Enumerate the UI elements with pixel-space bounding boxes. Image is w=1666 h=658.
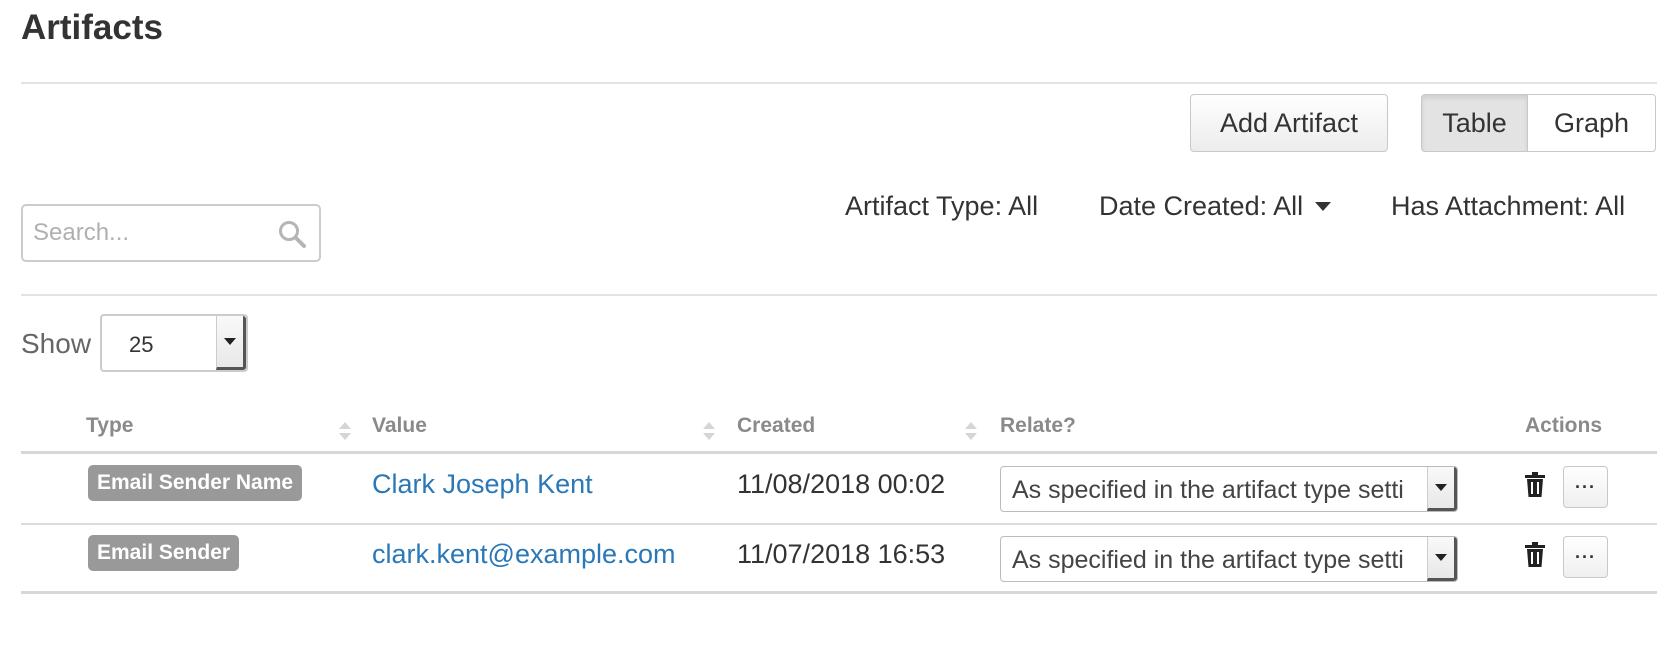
type-badge: Email Sender Name	[88, 465, 303, 501]
trash-icon[interactable]	[1524, 542, 1546, 568]
caret-down-icon	[1315, 202, 1332, 211]
created-date: 11/07/2018 16:53	[737, 539, 946, 569]
sort-icon[interactable]	[964, 420, 978, 442]
show-label: Show	[21, 328, 92, 359]
divider	[21, 294, 1657, 296]
search-input[interactable]	[31, 214, 271, 252]
more-actions-button[interactable]: ···	[1563, 536, 1608, 578]
artifact-type-filter[interactable]: Artifact Type: All	[845, 191, 1038, 222]
search-box	[21, 204, 321, 262]
type-badge: Email Sender	[88, 535, 240, 571]
view-toggle: Table Graph	[1421, 94, 1656, 152]
date-created-filter-label: Date Created: All	[1099, 191, 1304, 221]
page-title: Artifacts	[21, 8, 163, 47]
column-header-type[interactable]: Type	[86, 414, 133, 438]
page-size-value: 25	[129, 332, 154, 357]
add-artifact-button[interactable]: Add Artifact	[1190, 94, 1388, 152]
column-header-relate: Relate?	[1000, 414, 1076, 437]
sort-icon[interactable]	[338, 420, 352, 442]
relate-select-value: As specified in the artifact type setti	[1012, 546, 1404, 574]
has-attachment-filter[interactable]: Has Attachment: All	[1391, 191, 1625, 222]
chevron-down-icon	[1427, 467, 1457, 511]
search-icon[interactable]	[277, 219, 307, 249]
chevron-down-icon	[1427, 537, 1457, 581]
trash-icon[interactable]	[1524, 472, 1546, 498]
relate-select[interactable]: As specified in the artifact type setti	[1000, 536, 1458, 582]
chevron-down-icon	[216, 316, 246, 370]
table-header-border	[21, 451, 1657, 454]
page-size-select[interactable]: 25	[100, 314, 248, 372]
table-view-button[interactable]: Table	[1421, 94, 1528, 152]
table-bottom-border	[21, 591, 1657, 594]
artifact-type-filter-label: Artifact Type: All	[845, 191, 1039, 221]
created-date: 11/08/2018 00:02	[737, 469, 946, 499]
date-created-filter[interactable]: Date Created: All	[1099, 191, 1332, 222]
value-link[interactable]: Clark Joseph Kent	[372, 469, 593, 500]
sort-icon[interactable]	[702, 420, 716, 442]
divider	[21, 82, 1657, 84]
value-link[interactable]: clark.kent@example.com	[372, 539, 676, 570]
column-header-value[interactable]: Value	[372, 414, 427, 438]
more-actions-button[interactable]: ···	[1563, 466, 1608, 508]
relate-select[interactable]: As specified in the artifact type setti	[1000, 466, 1458, 512]
column-header-actions: Actions	[1525, 414, 1603, 437]
column-header-created[interactable]: Created	[737, 414, 815, 438]
has-attachment-filter-label: Has Attachment: All	[1391, 191, 1626, 221]
relate-select-value: As specified in the artifact type setti	[1012, 476, 1404, 504]
graph-view-button[interactable]: Graph	[1528, 94, 1656, 152]
row-divider	[21, 523, 1657, 525]
